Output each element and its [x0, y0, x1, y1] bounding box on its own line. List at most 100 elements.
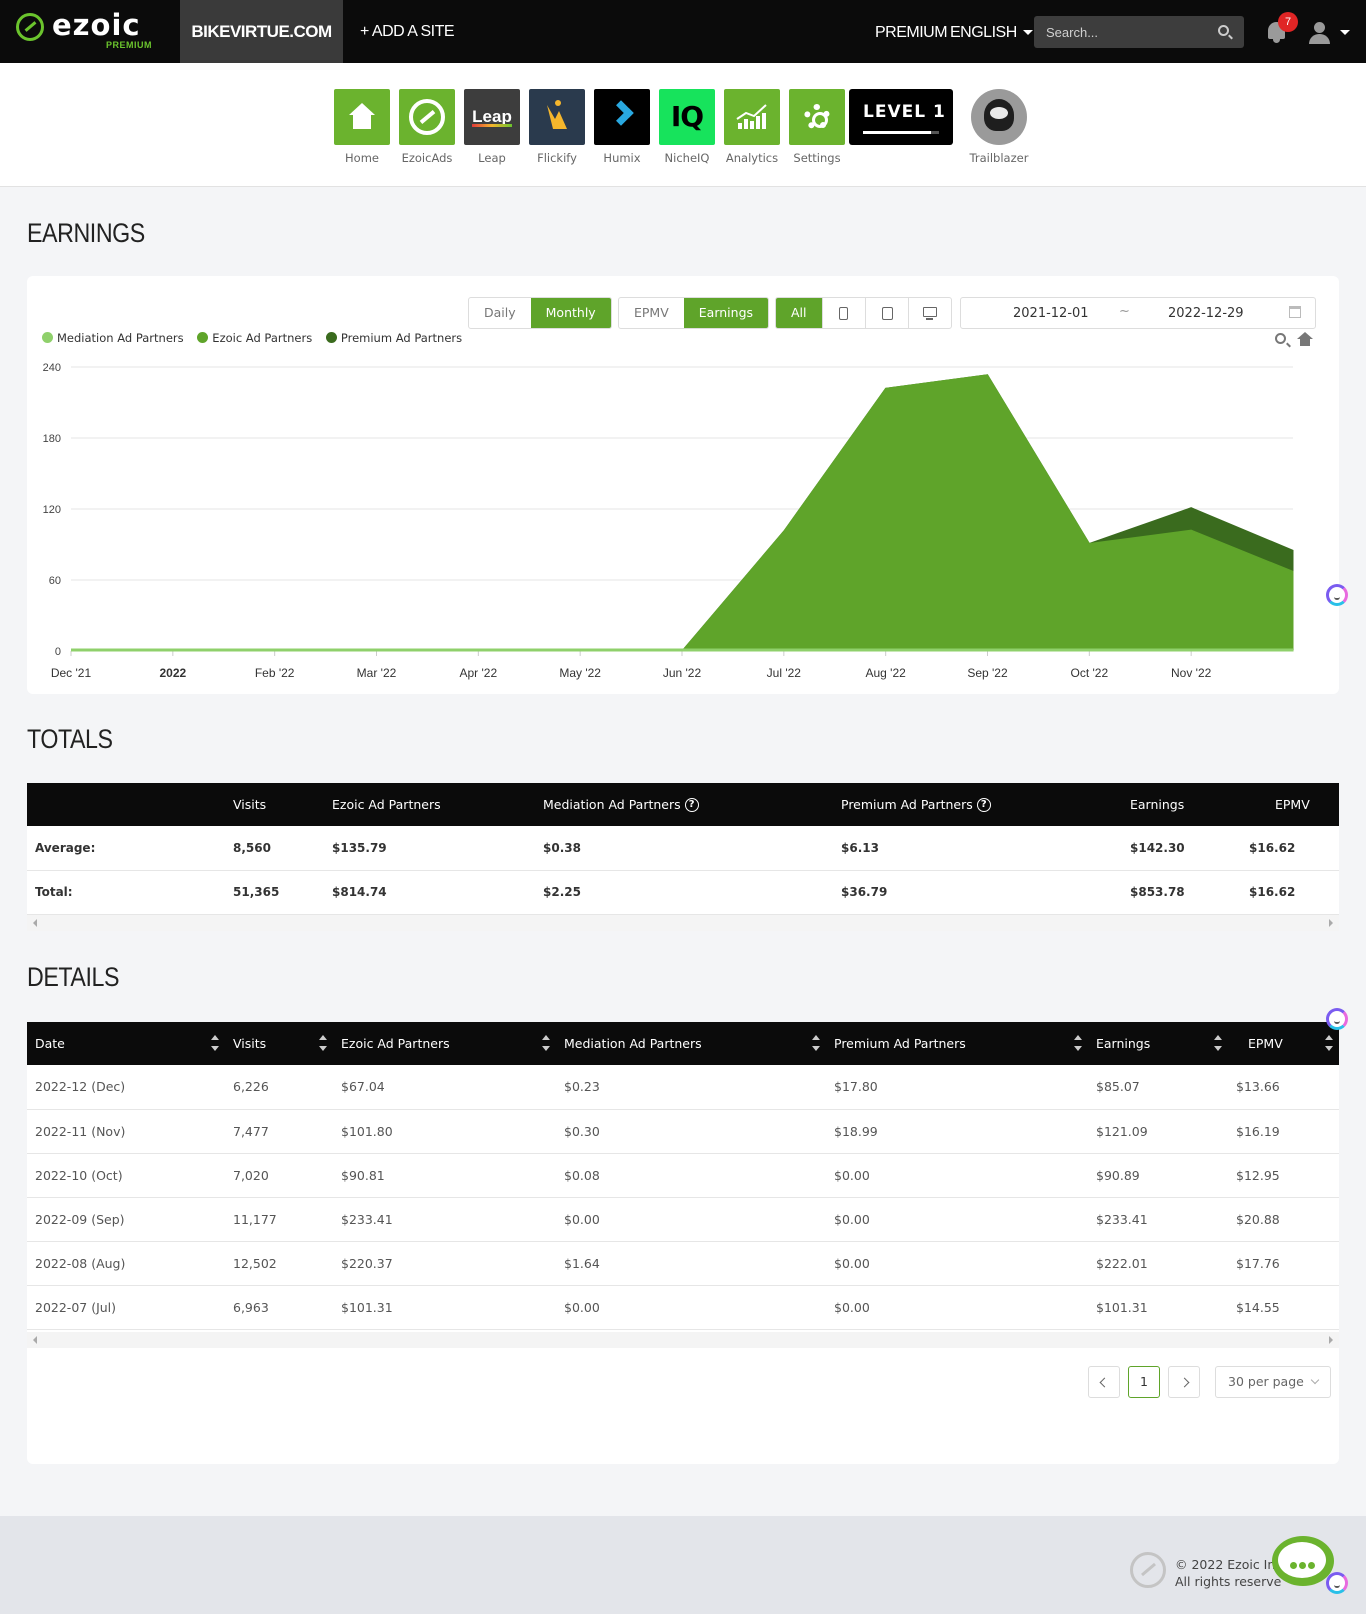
- language-dropdown[interactable]: ENGLISH: [950, 0, 1033, 63]
- sort-header-date[interactable]: Date: [27, 1022, 225, 1065]
- header-text: Date: [35, 1036, 65, 1051]
- x-tick-label: Mar '22: [357, 666, 397, 680]
- table-cell: 2022-07 (Jul): [27, 1285, 225, 1330]
- assistant-bot-icon[interactable]: [1326, 584, 1348, 606]
- y-tick-label: 120: [43, 504, 61, 516]
- x-tick-label: Aug '22: [866, 666, 907, 680]
- totals-header-visits: Visits: [225, 783, 324, 826]
- per-page-value: 30 per page: [1228, 1374, 1304, 1389]
- help-icon[interactable]: ?: [976, 798, 991, 813]
- table-cell: 2022-12 (Dec): [27, 1065, 225, 1110]
- table-cell: 6,226: [225, 1065, 333, 1110]
- chat-bubble-icon[interactable]: [1272, 1536, 1334, 1592]
- sort-header-ezoic[interactable]: Ezoic Ad Partners: [333, 1022, 556, 1065]
- assistant-bot-icon[interactable]: [1326, 1572, 1348, 1594]
- table-cell: 12,502: [225, 1241, 333, 1286]
- chevron-down-icon: [1310, 1375, 1320, 1385]
- details-title: DETAILS: [27, 962, 120, 992]
- notification-badge: 7: [1278, 12, 1298, 32]
- totals-header-premium: Premium Ad Partners ?: [833, 783, 1122, 826]
- y-tick-label: 240: [43, 362, 61, 374]
- sort-header-premium[interactable]: Premium Ad Partners: [826, 1022, 1088, 1065]
- sort-header-mediation[interactable]: Mediation Ad Partners: [556, 1022, 826, 1065]
- nicheiq-icon: IQ: [659, 89, 715, 145]
- ezoic-logo[interactable]: ezoic PREMIUM: [14, 8, 164, 54]
- ezoic-footer-logo-icon: [1130, 1552, 1166, 1588]
- table-cell: $121.09: [1088, 1109, 1228, 1154]
- totals-table: Visits Ezoic Ad Partners Mediation Ad Pa…: [27, 783, 1339, 915]
- header-text: Ezoic Ad Partners: [341, 1036, 450, 1051]
- table-cell: 2022-11 (Nov): [27, 1109, 225, 1154]
- add-site-link[interactable]: + ADD A SITE: [360, 0, 455, 63]
- x-tick-label: Dec '21: [51, 666, 92, 680]
- table-cell: $90.81: [333, 1153, 556, 1198]
- table-row: 2022-09 (Sep) 11,177 $233.41 $0.00 $0.00 $233…: [27, 1197, 1339, 1242]
- table-cell: $16.62: [1241, 826, 1339, 871]
- x-tick-label: Jun '22: [663, 666, 702, 680]
- sort-header-earnings[interactable]: Earnings: [1088, 1022, 1228, 1065]
- totals-header-earnings: Earnings: [1122, 783, 1241, 826]
- footer-line-1: © 2022 Ezoic Inc: [1175, 1557, 1283, 1572]
- series-area-ezoic-ad-partners: [71, 374, 1294, 652]
- table-cell: $853.78: [1122, 870, 1241, 915]
- table-cell: $16.19: [1228, 1109, 1339, 1154]
- y-tick-label: 180: [43, 433, 61, 445]
- table-cell: $0.08: [556, 1153, 826, 1198]
- earnings-card: Daily Monthly EPMV Earnings All 2021-12-…: [27, 276, 1339, 694]
- table-row: 2022-07 (Jul) 6,963 $101.31 $0.00 $0.00 $101.…: [27, 1285, 1339, 1330]
- table-cell: $101.31: [333, 1285, 556, 1330]
- x-tick-label: Apr '22: [460, 666, 498, 680]
- earnings-chart: 0 60 120 180 240 Dec '21 2022 Feb '22 Mar '22 Apr…: [43, 362, 1294, 680]
- previous-page-button[interactable]: [1088, 1366, 1120, 1398]
- assistant-bot-icon[interactable]: [1326, 1008, 1348, 1030]
- astronaut-icon: [971, 89, 1027, 145]
- premium-link[interactable]: PREMIUM: [875, 0, 948, 63]
- level-progress-bar: [863, 131, 939, 134]
- table-cell: 11,177: [225, 1197, 333, 1242]
- home-icon: [334, 89, 390, 145]
- sort-header-epmv[interactable]: EPMV: [1228, 1022, 1339, 1065]
- earnings-title: EARNINGS: [27, 218, 145, 248]
- totals-header-label: [27, 783, 225, 826]
- ezoic-ads-icon: [399, 89, 455, 145]
- sort-header-visits[interactable]: Visits: [225, 1022, 333, 1065]
- header-text: Premium Ad Partners: [834, 1036, 966, 1051]
- table-cell: 7,020: [225, 1153, 333, 1198]
- chevron-left-icon: [1099, 1377, 1109, 1388]
- trailblazer-label: Trailblazer: [969, 151, 1029, 165]
- site-tab[interactable]: BIKEVIRTUE.COM: [180, 0, 343, 63]
- table-cell: $0.30: [556, 1109, 826, 1154]
- next-page-button[interactable]: [1168, 1366, 1200, 1398]
- analytics-icon: [724, 89, 780, 145]
- page-1-button[interactable]: 1: [1128, 1366, 1160, 1398]
- table-cell: $20.88: [1228, 1197, 1339, 1242]
- table-cell: $222.01: [1088, 1241, 1228, 1286]
- header-text: Premium Ad Partners: [841, 796, 973, 812]
- logo-text: ezoic: [52, 8, 141, 42]
- table-cell: $142.30: [1122, 826, 1241, 871]
- totals-header-ezoic: Ezoic Ad Partners: [324, 783, 535, 826]
- totals-horizontal-scrollbar[interactable]: [27, 915, 1339, 931]
- table-cell: $0.23: [556, 1065, 826, 1110]
- flickify-icon: [529, 89, 585, 145]
- app-settings[interactable]: Settings: [789, 89, 845, 165]
- level-progress-fill: [863, 131, 932, 134]
- details-horizontal-scrollbar[interactable]: [27, 1332, 1339, 1348]
- search-input[interactable]: [1046, 16, 1216, 48]
- ezoic-logo-icon: [16, 13, 44, 41]
- search-icon[interactable]: [1218, 25, 1229, 36]
- x-tick-label: Oct '22: [1071, 666, 1109, 680]
- search-box: [1034, 16, 1244, 48]
- table-row: 2022-10 (Oct) 7,020 $90.81 $0.08 $0.00 $90.89…: [27, 1153, 1339, 1198]
- per-page-select[interactable]: 30 per page: [1215, 1366, 1331, 1398]
- footer-copyright: © 2022 Ezoic Inc All rights reserve: [1175, 1556, 1282, 1590]
- level-badge[interactable]: LEVEL 1: [849, 89, 953, 145]
- user-icon[interactable]: [1308, 22, 1332, 44]
- user-caret-down-icon[interactable]: [1340, 30, 1350, 35]
- trailblazer-badge[interactable]: Trailblazer: [970, 89, 1028, 165]
- table-cell: 2022-10 (Oct): [27, 1153, 225, 1198]
- help-icon[interactable]: ?: [684, 798, 699, 813]
- table-cell: $16.62: [1241, 870, 1339, 915]
- table-cell: $1.64: [556, 1241, 826, 1286]
- table-cell: $814.74: [324, 870, 535, 915]
